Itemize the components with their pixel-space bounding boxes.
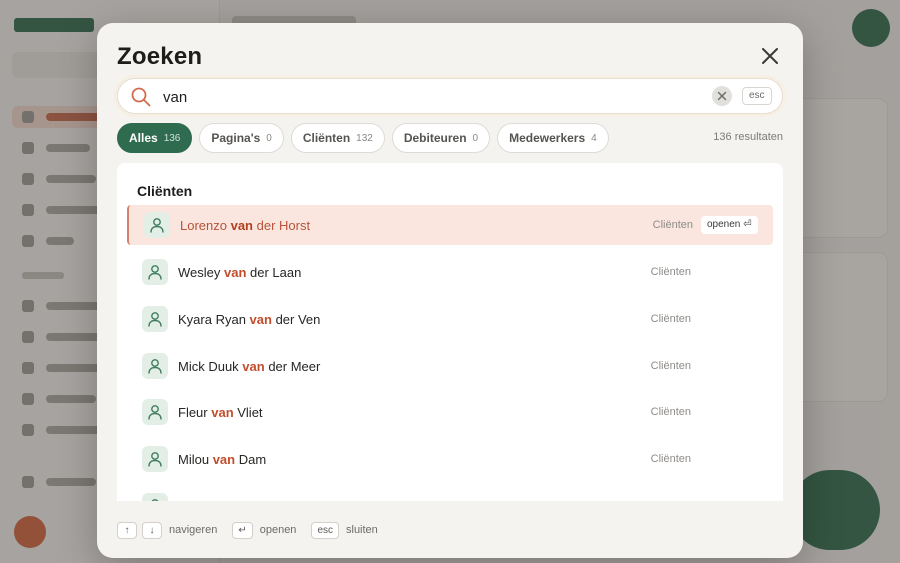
esc-key: esc [311,521,339,539]
arrow-down-key: ↓ [142,521,162,539]
esc-key-hint: esc [742,87,772,105]
tab-label: Medewerkers [509,131,586,145]
result-category: Cliënten [650,453,691,465]
result-row[interactable]: Milou van Dam Cliënten [127,439,773,479]
clear-icon [717,91,727,101]
result-category: Cliënten [650,406,691,418]
result-row[interactable]: Wesley van der Laan Cliënten [127,252,773,292]
navigate-hint: navigeren [169,524,218,536]
open-hint-label: openen [259,524,297,536]
tab-count: 0 [472,132,479,144]
client-avatar [142,493,168,501]
user-icon [148,405,162,420]
search-dialog: Zoeken esc Alles 136 Pagina's 0 Cliënten [97,23,803,558]
user-icon [150,218,164,233]
results-group-title: Cliënten [137,183,193,199]
user-icon [148,312,162,327]
tab-paginas[interactable]: Pagina's 0 [199,123,284,153]
result-row-partial[interactable] [127,486,773,501]
result-name: Lorenzo van der Horst [180,218,311,233]
user-icon [148,452,162,467]
enter-key: ↵ [232,521,253,539]
results-list[interactable]: Cliënten Lorenzo van der Horst Cliënten … [117,163,783,501]
tab-count: 132 [356,132,373,144]
tab-label: Debiteuren [403,131,467,145]
client-avatar [142,306,168,332]
tab-medewerkers[interactable]: Medewerkers 4 [497,123,609,153]
search-bar: esc [117,78,783,114]
result-name: Milou van Dam [178,452,267,467]
keyboard-hints: ↑ ↓ navigeren ↵ openen esc sluiten [117,521,393,539]
result-row[interactable]: Mick Duuk van der Meer Cliënten [127,346,773,386]
result-name: Fleur van Vliet [178,405,263,420]
client-avatar [142,446,168,472]
dialog-title: Zoeken [117,43,203,70]
open-hint: openen ⏎ [701,216,758,234]
client-avatar [144,212,170,238]
tab-label: Alles [129,131,158,145]
result-count: 136 resultaten [713,131,783,143]
client-avatar [142,259,168,285]
close-icon [762,48,778,64]
tab-label: Pagina's [211,131,261,145]
result-category: Cliënten [650,266,691,278]
user-icon [151,499,159,501]
tab-count: 136 [163,132,181,144]
result-category: Cliënten [650,313,691,325]
user-icon [148,359,162,374]
tab-count: 0 [266,132,272,144]
tab-label: Cliënten [302,131,351,145]
arrow-up-key: ↑ [117,521,137,539]
tab-debiteuren[interactable]: Debiteuren 0 [391,123,491,153]
tab-count: 4 [591,132,597,144]
result-row[interactable]: Lorenzo van der Horst Cliënten openen ⏎ [127,205,773,245]
tab-clienten[interactable]: Cliënten 132 [290,123,385,153]
result-name: Mick Duuk van der Meer [178,359,321,374]
result-row[interactable]: Kyara Ryan van der Ven Cliënten [127,299,773,339]
close-hint-label: sluiten [346,524,378,536]
client-avatar [142,399,168,425]
clear-search-button[interactable] [712,86,732,106]
user-icon [148,265,162,280]
client-avatar [142,353,168,379]
search-icon [131,87,151,107]
result-row[interactable]: Fleur van Vliet Cliënten [127,392,773,432]
filter-tabs: Alles 136 Pagina's 0 Cliënten 132 Debite… [117,123,609,153]
result-name: Wesley van der Laan [178,265,302,280]
search-input[interactable] [163,85,703,109]
result-category: Cliënten [650,360,691,372]
close-button[interactable] [757,43,783,69]
tab-alles[interactable]: Alles 136 [117,123,193,153]
result-name: Kyara Ryan van der Ven [178,312,321,327]
result-category: Cliënten [652,219,693,231]
